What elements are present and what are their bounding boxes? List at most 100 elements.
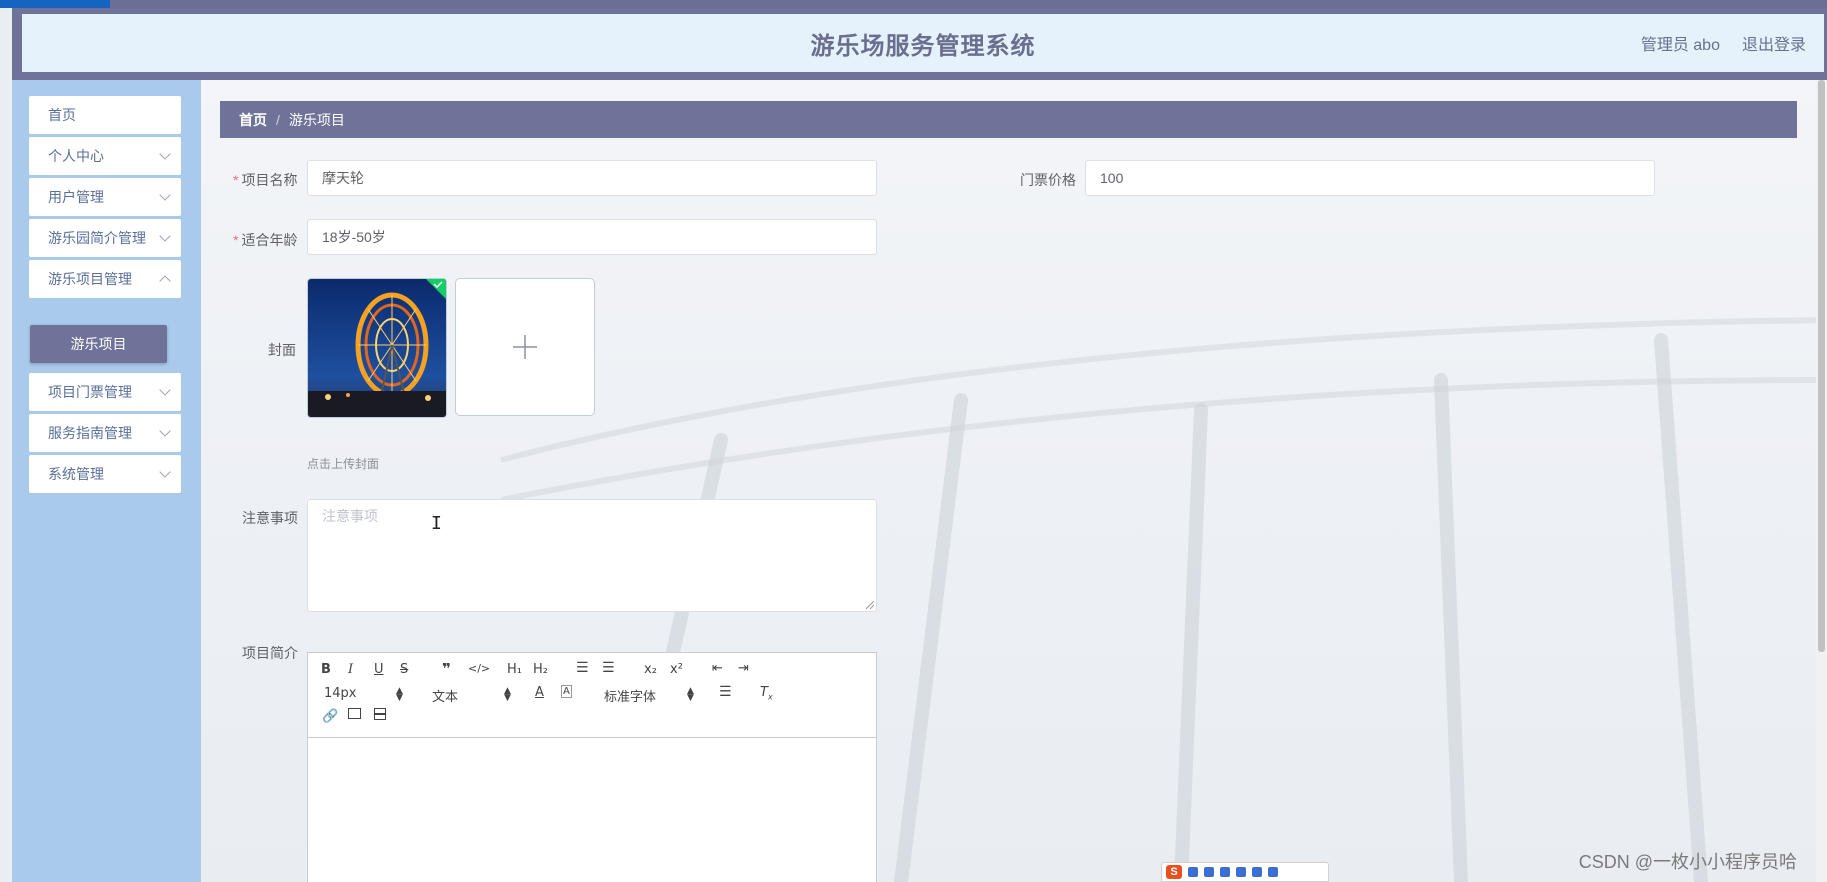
price-input[interactable]: 100 — [1085, 160, 1655, 196]
sidebar-item-rides[interactable]: 游乐项目管理 — [29, 260, 181, 298]
ime-voice-icon[interactable] — [1220, 867, 1230, 877]
sidebar-item-users[interactable]: 用户管理 — [29, 178, 181, 216]
cover-upload-hint: 点击上传封面 — [307, 457, 380, 471]
breadcrumb-separator: / — [276, 111, 280, 128]
ferris-wheel-image — [308, 279, 446, 417]
notice-placeholder: 注意事项 — [322, 508, 378, 524]
underline-icon[interactable]: U — [374, 662, 384, 677]
top-strip-accent — [0, 0, 110, 8]
main-content: 首页 / 游乐项目 * 项目名称 摩天轮 门票价格 100 * 适合年龄 18岁-5… — [201, 80, 1827, 882]
header-select-value: 文本 — [432, 690, 459, 705]
sidebar-item-label: 游乐项目管理 — [48, 271, 132, 287]
sidebar-item-label: 个人中心 — [48, 148, 104, 164]
sidebar-item-label: 项目门票管理 — [48, 384, 132, 400]
header-select[interactable]: 文本 ▲ ▼ — [432, 686, 512, 706]
sidebar-item-label: 游乐园简介管理 — [48, 230, 146, 246]
clear-format-icon[interactable]: Tx — [760, 685, 773, 702]
age-input[interactable]: 18岁-50岁 — [307, 219, 877, 255]
sidebar-item-system[interactable]: 系统管理 — [29, 455, 181, 493]
bullet-list-icon[interactable]: ☰ — [602, 660, 615, 676]
indent-icon[interactable]: ⇥ — [738, 661, 749, 676]
outdent-icon[interactable]: ⇤ — [712, 661, 723, 676]
bold-icon[interactable]: B — [321, 662, 331, 677]
blockquote-icon[interactable]: ❞ — [442, 660, 451, 678]
sidebar-item-profile[interactable]: 个人中心 — [29, 137, 181, 175]
header-right: 管理员 abo 退出登录 — [1641, 14, 1806, 72]
ime-menu-icon[interactable] — [1268, 867, 1278, 877]
font-size-value: 14px — [324, 686, 357, 701]
sidebar: 首页 个人中心 用户管理 游乐园简介管理 游乐项目管理 游乐项目 项目门票管理 … — [12, 80, 201, 882]
scrollbar-thumb[interactable] — [1818, 80, 1825, 652]
cover-label: 封面 — [268, 342, 296, 358]
app-title: 游乐场服务管理系统 — [810, 32, 1036, 60]
subscript-icon[interactable]: x₂ — [644, 662, 657, 677]
font-family-value: 标准字体 — [604, 690, 657, 705]
ime-toolbar[interactable]: S — [1161, 862, 1329, 882]
plus-icon — [513, 335, 537, 359]
ime-mode-icon[interactable] — [1188, 867, 1198, 877]
font-color-icon[interactable]: A — [535, 685, 544, 700]
ime-skin-icon[interactable] — [1252, 867, 1262, 877]
link-icon[interactable]: 🔗 — [322, 709, 338, 724]
upload-add-button[interactable] — [455, 278, 595, 416]
select-arrows-icon: ▲ ▼ — [396, 686, 403, 703]
select-arrows-icon: ▲ ▼ — [504, 686, 511, 703]
chevron-up-icon — [159, 275, 171, 287]
intro-label: 项目简介 — [242, 645, 298, 661]
superscript-icon[interactable]: x² — [670, 662, 683, 677]
current-user[interactable]: 管理员 abo — [1641, 31, 1720, 55]
text-cursor-icon: I — [431, 513, 442, 534]
header1-icon[interactable]: H₁ — [507, 662, 522, 677]
header2-icon[interactable]: H₂ — [533, 662, 548, 677]
age-label-text: 适合年龄 — [241, 232, 298, 248]
chevron-down-icon — [159, 189, 171, 201]
sidebar-item-label: 服务指南管理 — [48, 425, 132, 441]
sidebar-subitem-rides[interactable]: 游乐项目 — [30, 325, 167, 363]
required-mark: * — [233, 172, 239, 188]
code-block-icon[interactable]: </> — [468, 662, 490, 675]
ime-logo-icon: S — [1166, 865, 1182, 879]
strike-icon[interactable]: S — [400, 662, 408, 677]
video-icon[interactable] — [374, 708, 386, 720]
logout-link[interactable]: 退出登录 — [1742, 31, 1806, 55]
name-label-text: 项目名称 — [241, 172, 298, 188]
price-label: 门票价格 — [1020, 172, 1076, 188]
sidebar-item-label: 系统管理 — [48, 466, 104, 482]
image-icon[interactable] — [348, 708, 361, 719]
notice-label: 注意事项 — [242, 510, 298, 526]
sidebar-item-label: 用户管理 — [48, 189, 104, 205]
sidebar-item-home[interactable]: 首页 — [29, 96, 181, 134]
sidebar-item-label: 首页 — [48, 107, 76, 123]
required-mark: * — [233, 232, 239, 248]
name-input[interactable]: 摩天轮 — [307, 160, 877, 196]
top-strip — [0, 0, 1827, 8]
rich-text-editor[interactable]: B I U S ❞ </> H₁ H₂ ☰ ☰ x₂ x² ⇤ ⇥ 14px ▲… — [307, 652, 877, 882]
background-color-icon[interactable]: A — [561, 685, 572, 698]
chevron-down-icon — [159, 384, 171, 396]
sidebar-item-park-intro[interactable]: 游乐园简介管理 — [29, 219, 181, 257]
breadcrumb: 首页 / 游乐项目 — [220, 101, 1797, 138]
header-bar: 游乐场服务管理系统 管理员 abo 退出登录 — [22, 14, 1824, 72]
sidebar-item-tickets[interactable]: 项目门票管理 — [29, 373, 181, 411]
ime-keyboard-icon[interactable] — [1236, 867, 1246, 877]
italic-icon[interactable]: I — [348, 662, 353, 677]
watermark: CSDN @一枚小小程序员哈 — [1578, 852, 1797, 872]
font-family-select[interactable]: 标准字体 ▲ ▼ — [604, 686, 694, 706]
chevron-down-icon — [159, 466, 171, 478]
chevron-down-icon — [159, 148, 171, 160]
select-arrows-icon: ▲ ▼ — [687, 686, 694, 703]
align-icon[interactable]: ☰ — [719, 684, 732, 700]
cover-thumbnail[interactable] — [307, 278, 447, 418]
resize-handle-icon[interactable] — [866, 601, 874, 609]
font-size-select[interactable]: 14px ▲ ▼ — [324, 686, 404, 703]
name-label: * 项目名称 — [233, 170, 297, 190]
breadcrumb-current: 游乐项目 — [288, 111, 345, 128]
page-scrollbar[interactable] — [1816, 80, 1827, 882]
ime-punct-icon[interactable] — [1204, 867, 1214, 877]
sidebar-item-guide[interactable]: 服务指南管理 — [29, 414, 181, 452]
age-label: * 适合年龄 — [233, 230, 297, 250]
ordered-list-icon[interactable]: ☰ — [576, 660, 589, 676]
chevron-down-icon — [159, 230, 171, 242]
notice-textarea[interactable]: 注意事项 — [307, 499, 877, 612]
breadcrumb-home[interactable]: 首页 — [239, 110, 267, 130]
